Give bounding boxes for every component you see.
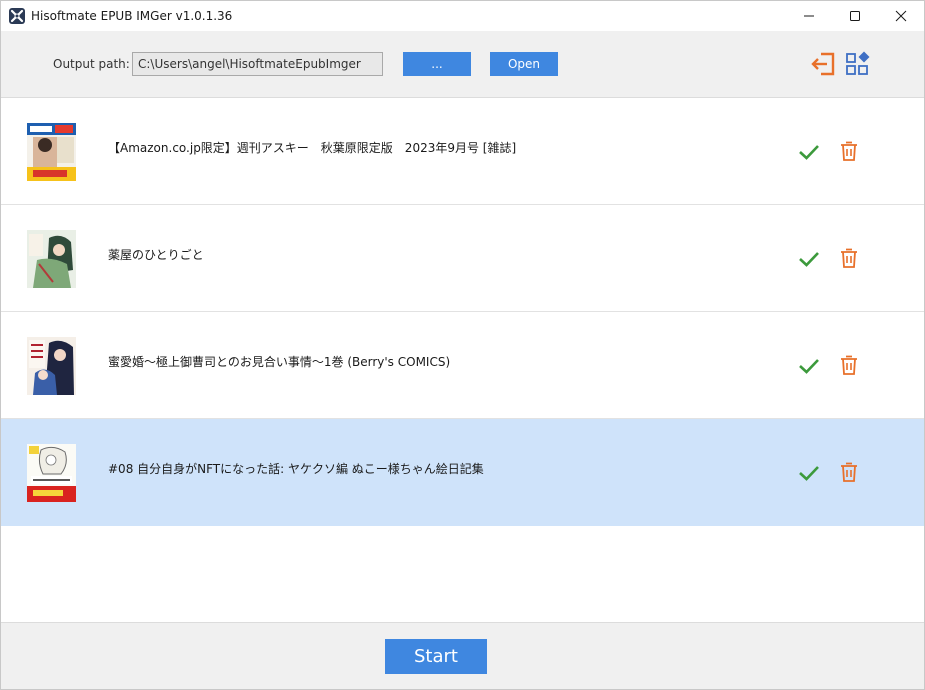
trash-icon[interactable] bbox=[839, 140, 859, 162]
window-title: Hisoftmate EPUB IMGer v1.0.1.36 bbox=[31, 9, 233, 23]
title-bar[interactable]: Hisoftmate EPUB IMGer v1.0.1.36 bbox=[1, 1, 924, 31]
output-path-label: Output path: bbox=[53, 57, 130, 71]
open-folder-button[interactable]: Open bbox=[490, 52, 558, 76]
trash-icon[interactable] bbox=[839, 461, 859, 483]
book-cover-image bbox=[27, 337, 76, 395]
exit-icon[interactable] bbox=[809, 50, 837, 78]
book-cover-image bbox=[27, 123, 76, 181]
book-cover-image bbox=[27, 230, 76, 288]
check-icon bbox=[799, 359, 819, 374]
footer-bar: Start bbox=[1, 622, 924, 689]
browse-button[interactable]: ... bbox=[403, 52, 471, 76]
close-icon bbox=[895, 10, 907, 22]
list-item[interactable]: 蜜愛婚～極上御曹司とのお見合い事情～1巻 (Berry's COMICS) bbox=[1, 312, 924, 419]
grid-layout-icon[interactable] bbox=[844, 50, 872, 78]
book-title: 薬屋のひとりごと bbox=[108, 248, 204, 262]
minimize-icon bbox=[804, 15, 814, 17]
book-cover-image bbox=[27, 444, 76, 502]
list-item[interactable]: 【Amazon.co.jp限定】週刊アスキー 秋葉原限定版 2023年9月号 [… bbox=[1, 98, 924, 205]
book-title: 蜜愛婚～極上御曹司とのお見合い事情～1巻 (Berry's COMICS) bbox=[108, 355, 451, 369]
maximize-button[interactable] bbox=[832, 1, 878, 31]
close-button[interactable] bbox=[878, 1, 924, 31]
book-title: 【Amazon.co.jp限定】週刊アスキー 秋葉原限定版 2023年9月号 [… bbox=[108, 141, 517, 155]
start-button[interactable]: Start bbox=[385, 639, 487, 674]
trash-icon[interactable] bbox=[839, 247, 859, 269]
check-icon bbox=[799, 466, 819, 481]
toolbar: Output path: ... Open bbox=[1, 31, 924, 98]
check-icon bbox=[799, 145, 819, 160]
list-item[interactable]: 薬屋のひとりごと bbox=[1, 205, 924, 312]
maximize-icon bbox=[850, 11, 860, 21]
book-title: #08 自分自身がNFTになった話: ヤケクソ編 ぬこー様ちゃん絵日記集 bbox=[108, 462, 484, 476]
check-icon bbox=[799, 252, 819, 267]
trash-icon[interactable] bbox=[839, 354, 859, 376]
app-window: Hisoftmate EPUB IMGer v1.0.1.36 Output p… bbox=[0, 0, 925, 690]
list-item-selected[interactable]: #08 自分自身がNFTになった話: ヤケクソ編 ぬこー様ちゃん絵日記集 bbox=[1, 419, 924, 526]
minimize-button[interactable] bbox=[786, 1, 832, 31]
app-logo-icon bbox=[9, 8, 25, 24]
output-path-field[interactable] bbox=[132, 52, 383, 76]
book-list[interactable]: 【Amazon.co.jp限定】週刊アスキー 秋葉原限定版 2023年9月号 [… bbox=[1, 98, 924, 622]
